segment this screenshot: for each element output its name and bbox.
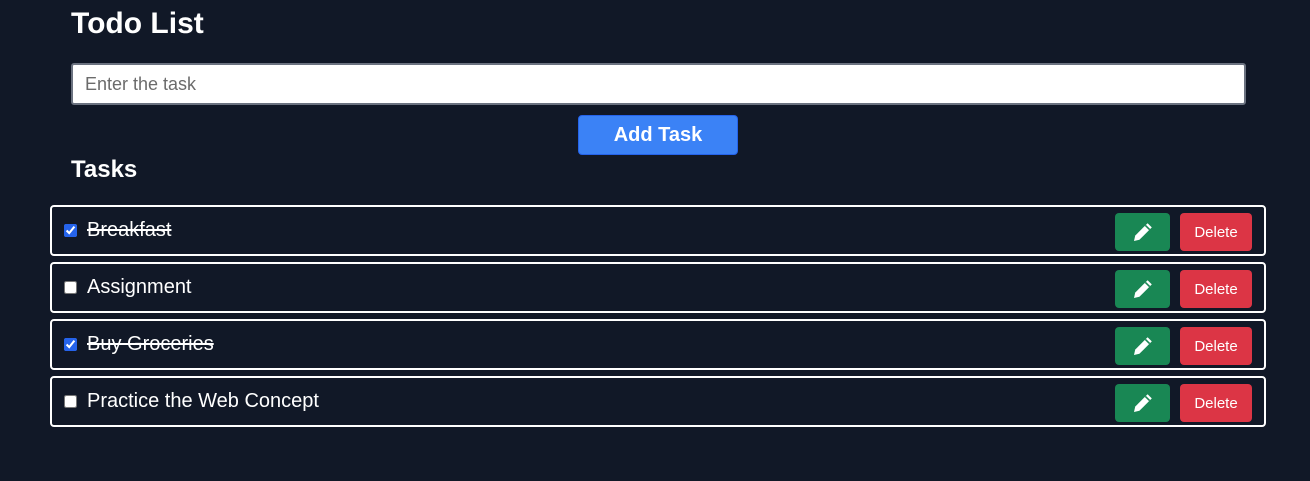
task-actions: Delete bbox=[1115, 213, 1252, 251]
edit-task-button[interactable] bbox=[1115, 327, 1170, 365]
task-item: Breakfast Delete bbox=[50, 205, 1266, 256]
task-checkbox[interactable] bbox=[64, 395, 77, 408]
delete-task-button[interactable]: Delete bbox=[1180, 327, 1252, 365]
task-input[interactable] bbox=[71, 63, 1246, 105]
task-actions: Delete bbox=[1115, 384, 1252, 422]
delete-task-button[interactable]: Delete bbox=[1180, 270, 1252, 308]
tasks-heading: Tasks bbox=[71, 156, 138, 183]
todo-app: Todo List Add Task Tasks Breakfast Delet… bbox=[0, 0, 1310, 481]
task-text: Buy Groceries bbox=[87, 333, 214, 355]
pencil-icon bbox=[1133, 394, 1152, 412]
task-actions: Delete bbox=[1115, 270, 1252, 308]
task-checkbox[interactable] bbox=[64, 338, 77, 351]
page-title: Todo List bbox=[71, 7, 204, 40]
task-checkbox[interactable] bbox=[64, 224, 77, 237]
task-text: Breakfast bbox=[87, 219, 172, 241]
edit-task-button[interactable] bbox=[1115, 270, 1170, 308]
edit-task-button[interactable] bbox=[1115, 213, 1170, 251]
edit-task-button[interactable] bbox=[1115, 384, 1170, 422]
task-text: Assignment bbox=[87, 276, 192, 298]
task-item: Practice the Web Concept Delete bbox=[50, 376, 1266, 427]
task-checkbox[interactable] bbox=[64, 281, 77, 294]
delete-task-button[interactable]: Delete bbox=[1180, 213, 1252, 251]
task-item: Assignment Delete bbox=[50, 262, 1266, 313]
add-task-button[interactable]: Add Task bbox=[578, 115, 738, 155]
task-item: Buy Groceries Delete bbox=[50, 319, 1266, 370]
delete-task-button[interactable]: Delete bbox=[1180, 384, 1252, 422]
task-actions: Delete bbox=[1115, 327, 1252, 365]
task-text: Practice the Web Concept bbox=[87, 390, 319, 412]
task-list: Breakfast Delete Assignment Delete Buy G… bbox=[50, 205, 1266, 433]
pencil-icon bbox=[1133, 223, 1152, 241]
pencil-icon bbox=[1133, 337, 1152, 355]
pencil-icon bbox=[1133, 280, 1152, 298]
